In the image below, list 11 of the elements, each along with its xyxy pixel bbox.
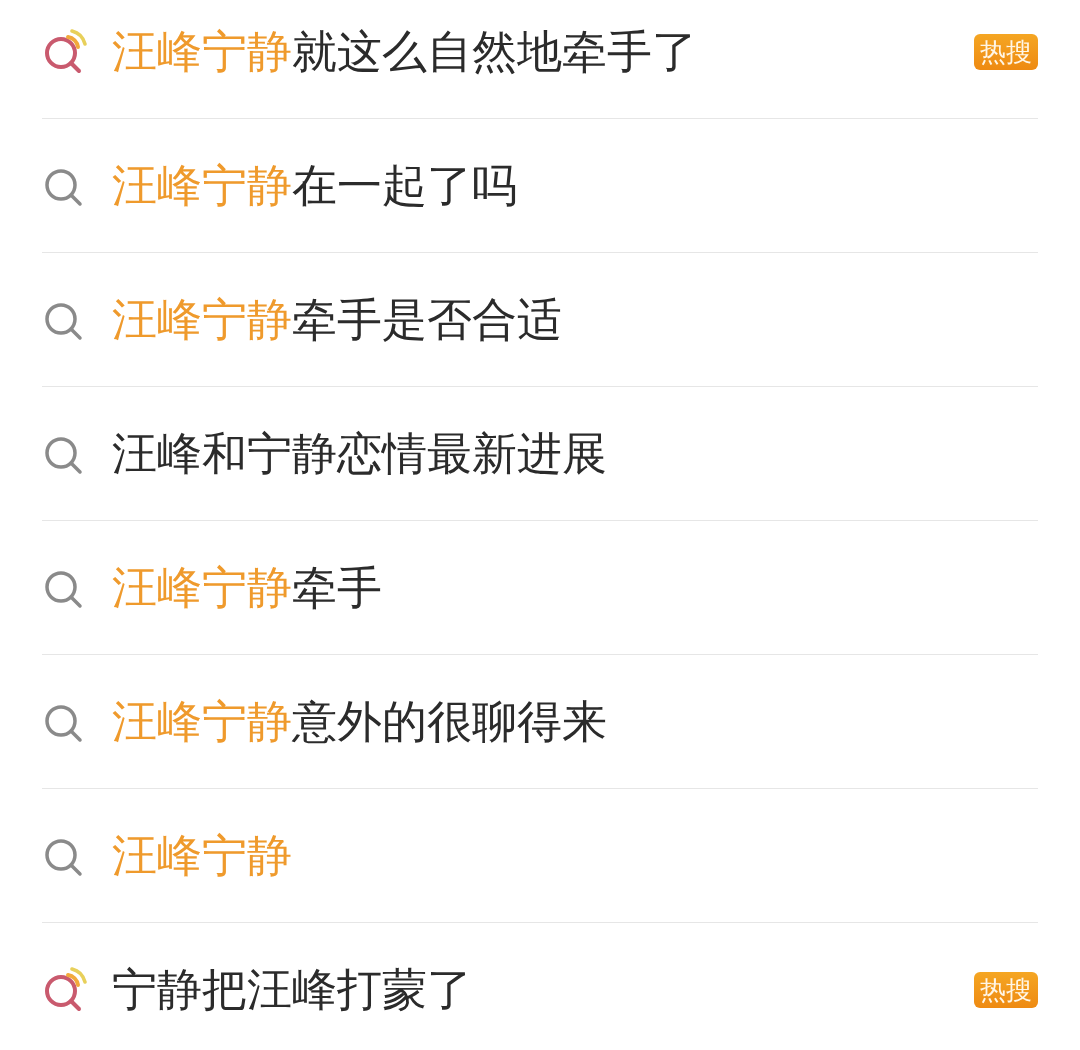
hot-badge: 热搜 xyxy=(974,971,1038,1008)
suggestion-text[interactable]: 宁静把汪峰打蒙了 xyxy=(112,959,974,1020)
suggestion-text[interactable]: 汪峰宁静就这么自然地牵手了 xyxy=(112,22,974,82)
suggestion-text[interactable]: 汪峰宁静意外的很聊得来 xyxy=(112,691,1038,752)
hot-search-icon xyxy=(42,966,88,1013)
hot-search-icon xyxy=(42,29,88,75)
suggestion-text[interactable]: 汪峰宁静牵手是否合适 xyxy=(112,289,1038,350)
hot-badge: 热搜 xyxy=(974,34,1038,70)
suggestion-text[interactable]: 汪峰宁静在一起了吗 xyxy=(112,155,1038,216)
suggestion-text[interactable]: 汪峰和宁静恋情最新进展 xyxy=(112,423,1038,484)
suggestion-text[interactable]: 汪峰宁静牵手 xyxy=(112,557,1038,618)
